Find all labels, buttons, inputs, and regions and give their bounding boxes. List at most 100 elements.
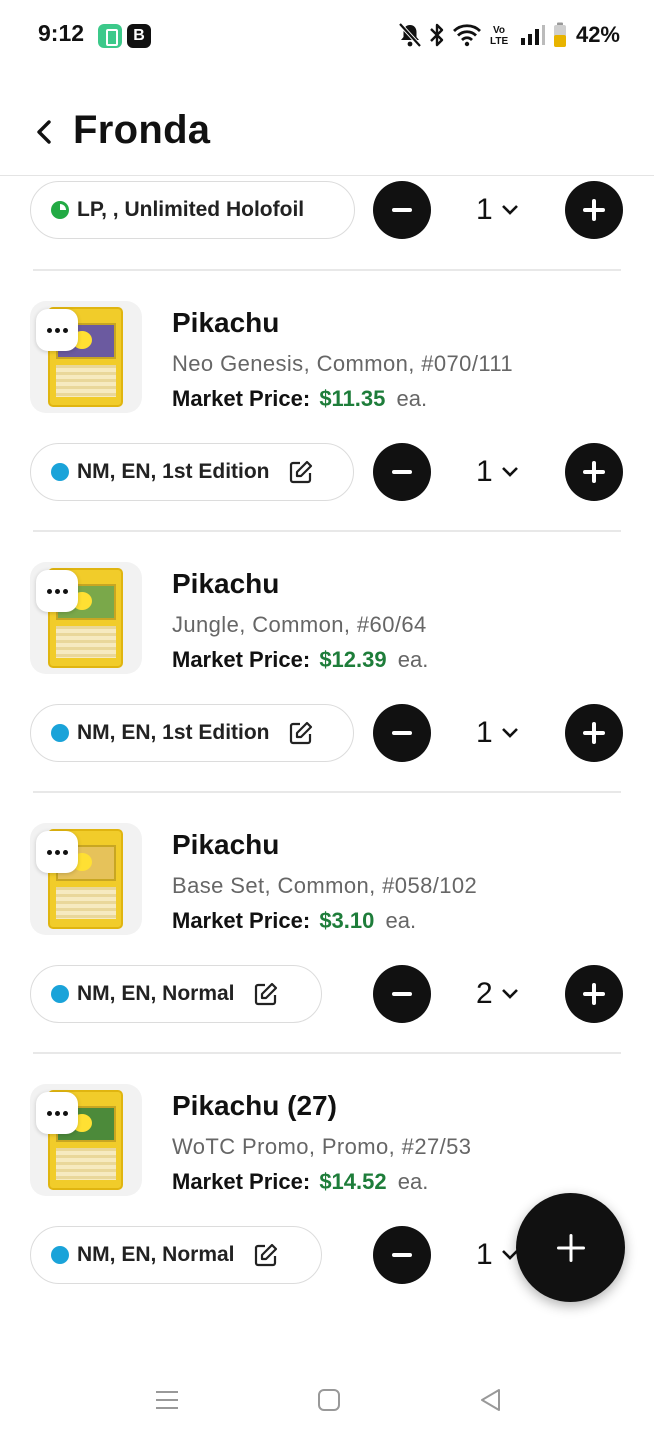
plus-icon: [583, 722, 605, 744]
more-options-button[interactable]: [36, 570, 78, 612]
bluetooth-icon: [430, 23, 444, 47]
plus-icon: [583, 461, 605, 483]
increase-quantity-button[interactable]: [565, 443, 623, 501]
minus-icon: [392, 992, 412, 996]
price-value: $12.39: [319, 647, 387, 672]
condition-chip[interactable]: NM, EN, 1st Edition: [30, 704, 354, 762]
edit-icon[interactable]: [253, 1242, 279, 1268]
chevron-down-icon: [501, 467, 518, 477]
quantity-selector[interactable]: 1: [476, 443, 519, 501]
quantity-selector[interactable]: 1: [476, 181, 519, 239]
condition-nm-icon: [51, 985, 69, 1003]
edit-icon[interactable]: [288, 459, 314, 485]
card-name: Pikachu: [172, 307, 280, 338]
back-button[interactable]: [28, 112, 60, 152]
wifi-icon: [452, 24, 481, 47]
b-notification-icon: B: [127, 24, 151, 48]
condition-nm-icon: [51, 1246, 69, 1264]
volte-icon: Vo LTE: [490, 25, 508, 47]
card-set-info: WoTC Promo, Promo, #27/53: [172, 1134, 472, 1159]
page-title: Fronda: [73, 108, 211, 152]
system-nav-bar: [0, 1360, 654, 1440]
chevron-down-icon: [501, 205, 518, 215]
condition-label: NM, EN, 1st Edition: [77, 721, 270, 744]
plus-icon: [556, 1233, 585, 1262]
divider: [33, 791, 621, 793]
market-price: Market Price: $14.52 ea.: [172, 1169, 429, 1194]
minus-icon: [392, 1253, 412, 1257]
price-value: $3.10: [319, 908, 375, 933]
condition-nm-icon: [51, 724, 69, 742]
plus-icon: [583, 199, 605, 221]
condition-label: NM, EN, 1st Edition: [77, 460, 270, 483]
svg-text:LTE: LTE: [490, 36, 508, 47]
decrease-quantity-button[interactable]: [373, 965, 431, 1023]
divider: [33, 530, 621, 532]
status-time: 9:12: [38, 20, 85, 46]
condition-label: NM, EN, Normal: [77, 1243, 235, 1266]
status-bar: 9:12 B Vo LTE 42%: [0, 0, 654, 72]
divider: [33, 269, 621, 271]
condition-lp-icon: [51, 201, 69, 219]
back-nav-button[interactable]: [476, 1386, 506, 1414]
minus-icon: [392, 731, 412, 735]
edit-icon[interactable]: [253, 981, 279, 1007]
market-price: Market Price: $3.10 ea.: [172, 908, 417, 933]
item-controls: NM, EN, Normal 2: [0, 965, 654, 1027]
card-name: Pikachu: [172, 568, 280, 599]
square-icon: [318, 1389, 340, 1411]
home-button[interactable]: [314, 1386, 344, 1414]
decrease-quantity-button[interactable]: [373, 443, 431, 501]
decrease-quantity-button[interactable]: [373, 704, 431, 762]
card-item[interactable]: Pikachu Base Set, Common, #058/102 Marke…: [0, 823, 654, 943]
battery-icon: [553, 22, 566, 47]
decrease-quantity-button[interactable]: [373, 181, 431, 239]
battery-percent: 42%: [575, 22, 620, 47]
more-options-button[interactable]: [36, 1092, 78, 1134]
quantity-value: 1: [476, 716, 493, 749]
card-name: Pikachu: [172, 829, 280, 860]
quantity-selector[interactable]: 1: [476, 704, 519, 762]
quantity-value: 1: [476, 455, 493, 488]
menu-lines-icon: [156, 1391, 178, 1409]
minus-icon: [392, 470, 412, 474]
decrease-quantity-button[interactable]: [373, 1226, 431, 1284]
condition-nm-icon: [51, 463, 69, 481]
minus-icon: [392, 208, 412, 212]
price-value: $11.35: [319, 386, 386, 411]
card-list[interactable]: LP, , Unlimited Holofoil 1 Pikachu Neo G…: [0, 177, 654, 1360]
condition-chip[interactable]: NM, EN, Normal: [30, 965, 322, 1023]
signal-icon: [520, 25, 545, 45]
quantity-selector[interactable]: 1: [476, 1226, 519, 1284]
more-options-button[interactable]: [36, 309, 78, 351]
card-item[interactable]: Pikachu Neo Genesis, Common, #070/111 Ma…: [0, 301, 654, 421]
more-options-button[interactable]: [36, 831, 78, 873]
card-set-info: Jungle, Common, #60/64: [172, 612, 427, 637]
condition-chip[interactable]: NM, EN, 1st Edition: [30, 443, 354, 501]
app-notification-icon: [98, 24, 122, 48]
recents-button[interactable]: [152, 1386, 182, 1414]
card-item[interactable]: Pikachu (27) WoTC Promo, Promo, #27/53 M…: [0, 1084, 654, 1204]
increase-quantity-button[interactable]: [565, 181, 623, 239]
chevron-down-icon: [501, 728, 518, 738]
quantity-value: 1: [476, 1238, 493, 1271]
card-set-info: Neo Genesis, Common, #070/111: [172, 351, 513, 376]
card-name: Pikachu (27): [172, 1090, 337, 1121]
condition-chip[interactable]: LP, , Unlimited Holofoil: [30, 181, 355, 239]
notifications-off-icon: [398, 22, 422, 48]
increase-quantity-button[interactable]: [565, 965, 623, 1023]
quantity-value: 2: [476, 977, 493, 1010]
triangle-back-icon: [481, 1389, 500, 1411]
card-item[interactable]: Pikachu Jungle, Common, #60/64 Market Pr…: [0, 562, 654, 682]
status-icons: Vo LTE 42%: [398, 20, 620, 50]
add-card-fab-button[interactable]: [516, 1193, 625, 1302]
item-controls: NM, EN, 1st Edition 1: [0, 704, 654, 766]
svg-text:Vo: Vo: [493, 25, 505, 36]
increase-quantity-button[interactable]: [565, 704, 623, 762]
condition-chip[interactable]: NM, EN, Normal: [30, 1226, 322, 1284]
market-price: Market Price: $12.39 ea.: [172, 647, 429, 672]
edit-icon[interactable]: [288, 720, 314, 746]
app-header: Fronda: [0, 90, 654, 176]
quantity-selector[interactable]: 2: [476, 965, 519, 1023]
card-set-info: Base Set, Common, #058/102: [172, 873, 478, 898]
